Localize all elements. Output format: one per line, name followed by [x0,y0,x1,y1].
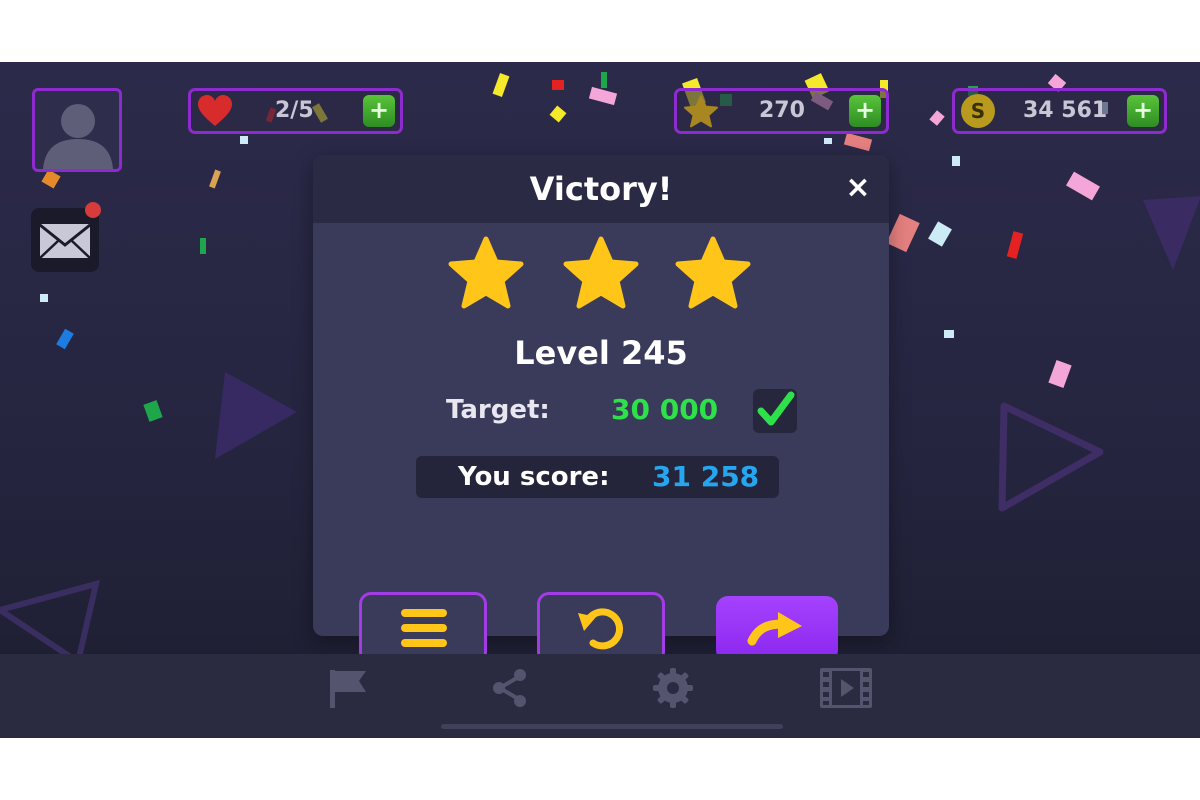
lives-counter: 2/5 + [188,88,403,134]
score-value: 31 258 [652,460,760,493]
avatar-icon [43,104,113,169]
star-2-icon [563,236,639,309]
confetti [549,105,567,123]
confetti [952,156,960,166]
close-button[interactable]: × [843,173,873,203]
lives-value: 2/5 [275,98,314,123]
confetti [552,80,564,90]
coins-value: 34 561 [1023,98,1108,123]
confetti [929,110,945,126]
confetti [41,169,61,189]
star-icon [684,95,718,128]
add-lives-button[interactable]: + [363,95,395,127]
restart-icon [578,608,623,650]
confetti [1006,231,1024,259]
score-panel: You score: 31 258 [416,456,779,498]
star-1-icon [448,236,524,309]
envelope-icon [39,223,91,259]
confetti [240,136,248,144]
decorative-triangle [215,372,297,459]
heart-icon [198,95,232,126]
confetti [843,132,873,152]
confetti [492,72,510,98]
decorative-triangle [998,402,1104,512]
menu-icon [401,609,447,647]
video-icon[interactable] [818,666,874,710]
next-button[interactable] [716,596,838,662]
confetti [200,238,206,254]
coin-icon: S [961,94,995,128]
decorative-triangle [0,579,101,662]
confetti [1066,171,1100,201]
game-screen: 2/5 + 270 + S 34 561 + Victory! × Level … [0,62,1200,738]
decorative-triangle [1143,196,1200,270]
score-label: You score: [458,462,610,492]
confetti [928,221,952,247]
confetti [824,138,832,144]
checkmark-icon [757,391,795,426]
target-label: Target: [446,395,550,425]
dialog-title: Victory! [529,170,673,208]
star-3-icon [675,236,751,309]
gear-icon[interactable] [651,666,695,710]
confetti [209,169,221,189]
stars-counter: 270 + [674,88,889,134]
mail-button[interactable] [31,202,101,272]
confetti [56,328,74,350]
target-value: 30 000 [611,393,719,426]
confetti [588,86,618,106]
victory-dialog: Victory! × Level 245 Target: 30 000 You … [313,155,889,664]
home-indicator [441,724,783,729]
confetti [143,400,163,422]
notification-dot [85,202,101,218]
flag-icon[interactable] [326,666,370,710]
coins-counter: S 34 561 + [952,88,1167,134]
confetti [1048,359,1072,389]
stars-value: 270 [759,98,805,123]
player-avatar[interactable] [32,88,122,172]
next-arrow-icon [747,612,802,646]
add-stars-button[interactable]: + [849,95,881,127]
confetti [601,72,607,88]
confetti [944,330,954,338]
confetti [40,294,48,302]
add-coins-button[interactable]: + [1127,95,1159,127]
level-label: Level 245 [514,334,688,372]
confetti [886,213,920,253]
share-icon[interactable] [488,666,532,710]
target-checkbox [753,389,797,433]
bottom-nav-bar [0,654,1200,738]
